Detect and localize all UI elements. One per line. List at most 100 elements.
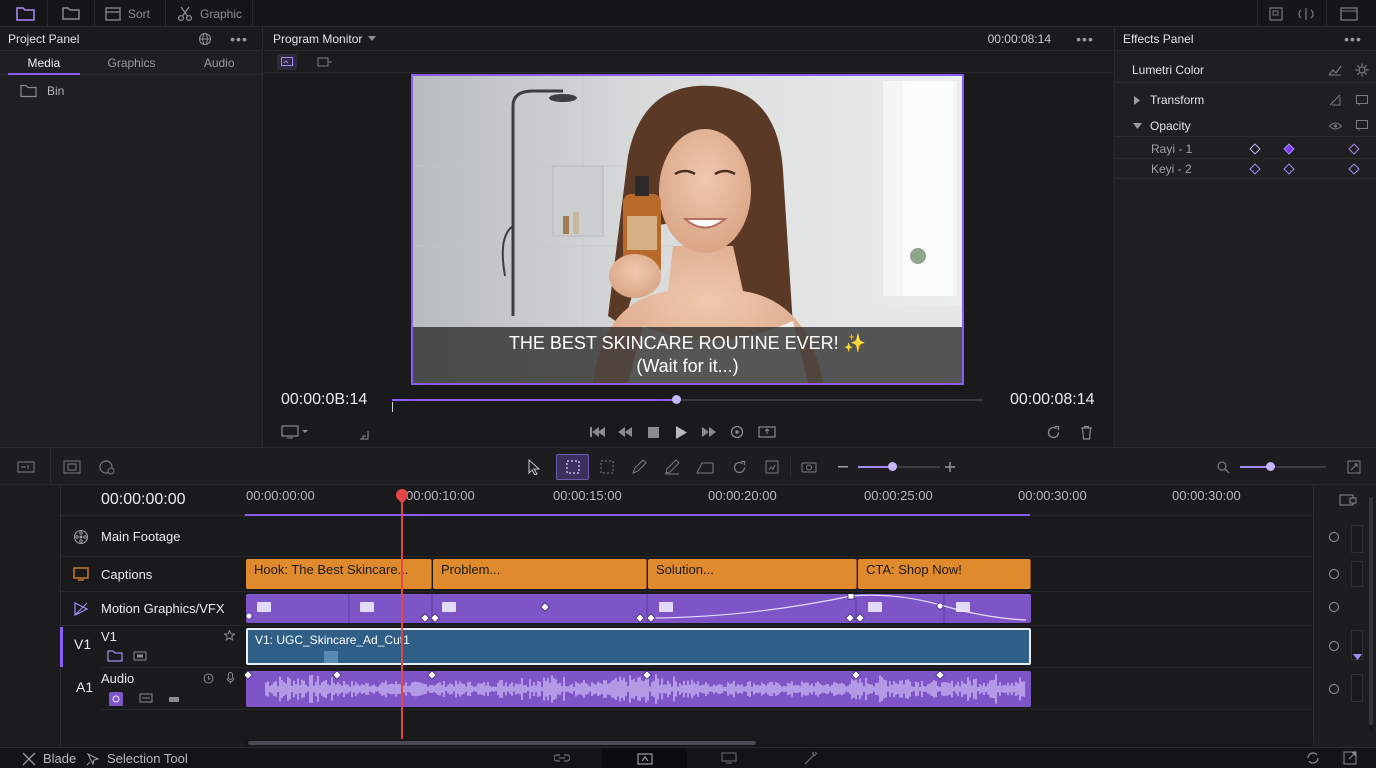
transform-row[interactable]: Transform	[1115, 89, 1376, 111]
transform-keyframe-icon[interactable]	[1323, 94, 1347, 106]
active-workspace-button[interactable]	[602, 748, 687, 768]
tab-media[interactable]: Media	[0, 51, 88, 75]
monitor-output-icon[interactable]	[720, 751, 738, 765]
curve-icon[interactable]	[1323, 64, 1347, 76]
track-output-icon[interactable]	[1337, 491, 1359, 509]
timeline-scrollbar-thumb[interactable]	[248, 741, 756, 745]
settings-gear-icon[interactable]	[1347, 63, 1376, 77]
caption-clip[interactable]: CTA: Shop Now!	[858, 559, 1031, 589]
skip-back-icon[interactable]	[588, 426, 606, 438]
zoom-in-icon[interactable]	[940, 457, 960, 477]
camera-icon[interactable]	[799, 457, 819, 477]
track-v1[interactable]: V1	[101, 626, 245, 668]
sort-button[interactable]: Sort	[105, 0, 150, 27]
monitor-scrubber[interactable]	[392, 395, 983, 412]
opacity-panel-icon[interactable]	[1347, 120, 1376, 131]
keyframe-diamond[interactable]	[1249, 143, 1261, 155]
motion-graphics-clip[interactable]	[246, 594, 1031, 623]
sync-icon[interactable]	[1304, 751, 1322, 765]
a1-level-icon[interactable]	[169, 695, 179, 702]
video-preview[interactable]: THE BEST SKINCARE ROUTINE EVER! ✨ (Wait …	[411, 74, 964, 385]
magnifier-icon[interactable]	[1213, 457, 1233, 477]
effects-more-icon[interactable]: •••	[1338, 31, 1368, 47]
a1-sync-icon[interactable]	[109, 692, 123, 706]
track-main-footage[interactable]: Main Footage	[61, 517, 245, 557]
keyframe-row-1[interactable]: Rayi - 1	[1115, 139, 1376, 159]
trash-icon[interactable]	[1077, 424, 1095, 440]
play-icon[interactable]	[672, 425, 690, 439]
lane-main-footage[interactable]	[245, 517, 1313, 557]
track-toggle-main[interactable]	[1329, 532, 1339, 542]
monitor-view-icon[interactable]	[277, 54, 297, 70]
fullscreen-icon[interactable]	[1344, 457, 1364, 477]
graphic-button[interactable]: Graphic	[177, 0, 242, 27]
export-frame-icon[interactable]	[756, 426, 778, 438]
timeline-zoom-slider[interactable]	[858, 462, 940, 471]
track-toggle-motion[interactable]	[1329, 602, 1339, 612]
track-height-handle[interactable]	[1266, 462, 1275, 471]
lane-a1[interactable]	[245, 668, 1313, 710]
timeline-current-time[interactable]: 00:00:00:00	[61, 485, 245, 516]
vertical-scrollbar[interactable]	[1369, 495, 1373, 731]
project-folder-button[interactable]	[16, 0, 36, 27]
timer-icon[interactable]	[203, 673, 214, 684]
track-toggle-a1[interactable]	[1329, 684, 1339, 694]
zoom-out-icon[interactable]	[833, 457, 853, 477]
layout-button-1[interactable]	[1269, 0, 1283, 27]
track-toggle-captions[interactable]	[1329, 569, 1339, 579]
folder-button[interactable]	[62, 0, 80, 27]
v1-track-id[interactable]: V1	[74, 636, 91, 652]
link-icon[interactable]	[553, 751, 571, 765]
selection-tool[interactable]: Selection Tool	[86, 750, 188, 767]
fast-forward-icon[interactable]	[700, 426, 718, 438]
chevron-right-icon[interactable]	[1132, 95, 1142, 105]
transform-panel-icon[interactable]	[1347, 94, 1376, 106]
display-mode-button[interactable]	[280, 424, 310, 440]
caption-clip[interactable]: Hook: The Best Skincare...	[246, 559, 432, 589]
chevron-down-icon[interactable]	[368, 35, 377, 42]
keyframe-diamond[interactable]	[1283, 163, 1295, 175]
track-height-slider[interactable]	[1240, 462, 1326, 471]
refresh-icon[interactable]	[1044, 424, 1062, 440]
rotate-tool-icon[interactable]	[729, 457, 749, 477]
tab-graphics[interactable]: Graphics	[88, 51, 176, 74]
rewind-icon[interactable]	[616, 426, 634, 438]
caption-clip[interactable]: Solution...	[648, 559, 857, 589]
selection-tool-icon[interactable]	[556, 454, 589, 480]
snap-icon[interactable]	[62, 457, 82, 477]
a1-track-id[interactable]: A1	[76, 679, 93, 695]
stop-icon[interactable]	[644, 426, 662, 438]
track-captions[interactable]: Captions	[61, 557, 245, 592]
lane-captions[interactable]: Hook: The Best Skincare... Problem... So…	[245, 557, 1313, 592]
monitor-more-icon[interactable]: •••	[1065, 31, 1105, 47]
work-area-bar[interactable]	[245, 514, 1030, 516]
resize-corner-icon[interactable]	[358, 429, 370, 441]
chevron-down-icon[interactable]	[1132, 122, 1142, 129]
window-button[interactable]	[1340, 0, 1358, 27]
keyframe-diamond[interactable]	[1283, 143, 1295, 155]
layout-button-2[interactable]	[1298, 0, 1314, 27]
crop-tool-icon[interactable]	[762, 457, 782, 477]
zoom-slider-handle[interactable]	[888, 462, 897, 471]
keyframe-diamond[interactable]	[1348, 163, 1360, 175]
blade-tool[interactable]: Blade	[22, 750, 76, 767]
tab-audio[interactable]: Audio	[175, 51, 263, 74]
lane-motion-graphics[interactable]	[245, 592, 1313, 626]
video-clip[interactable]: V1: UGC_Skincare_Ad_Cut1	[246, 628, 1031, 665]
caption-clip[interactable]: Problem...	[433, 559, 647, 589]
monitor-overlay-icon[interactable]	[315, 54, 335, 70]
timeline-scrollbar[interactable]	[245, 739, 1313, 747]
bin-item[interactable]: Bin	[20, 82, 64, 100]
globe-icon[interactable]	[192, 32, 218, 46]
scrubber-handle[interactable]	[671, 395, 681, 404]
opacity-row[interactable]: Opacity	[1115, 115, 1376, 137]
v1-folder-icon[interactable]	[107, 650, 123, 662]
track-toggle-v1[interactable]	[1329, 641, 1339, 651]
lane-empty[interactable]	[245, 710, 1313, 740]
vertical-scrollbar-thumb[interactable]	[1369, 497, 1373, 725]
magic-wand-icon[interactable]	[802, 751, 820, 765]
keyframe-diamond[interactable]	[1348, 143, 1360, 155]
linked-selection-icon[interactable]	[97, 457, 117, 477]
a1-clip-icon[interactable]	[139, 693, 153, 703]
loop-icon[interactable]	[728, 425, 746, 439]
